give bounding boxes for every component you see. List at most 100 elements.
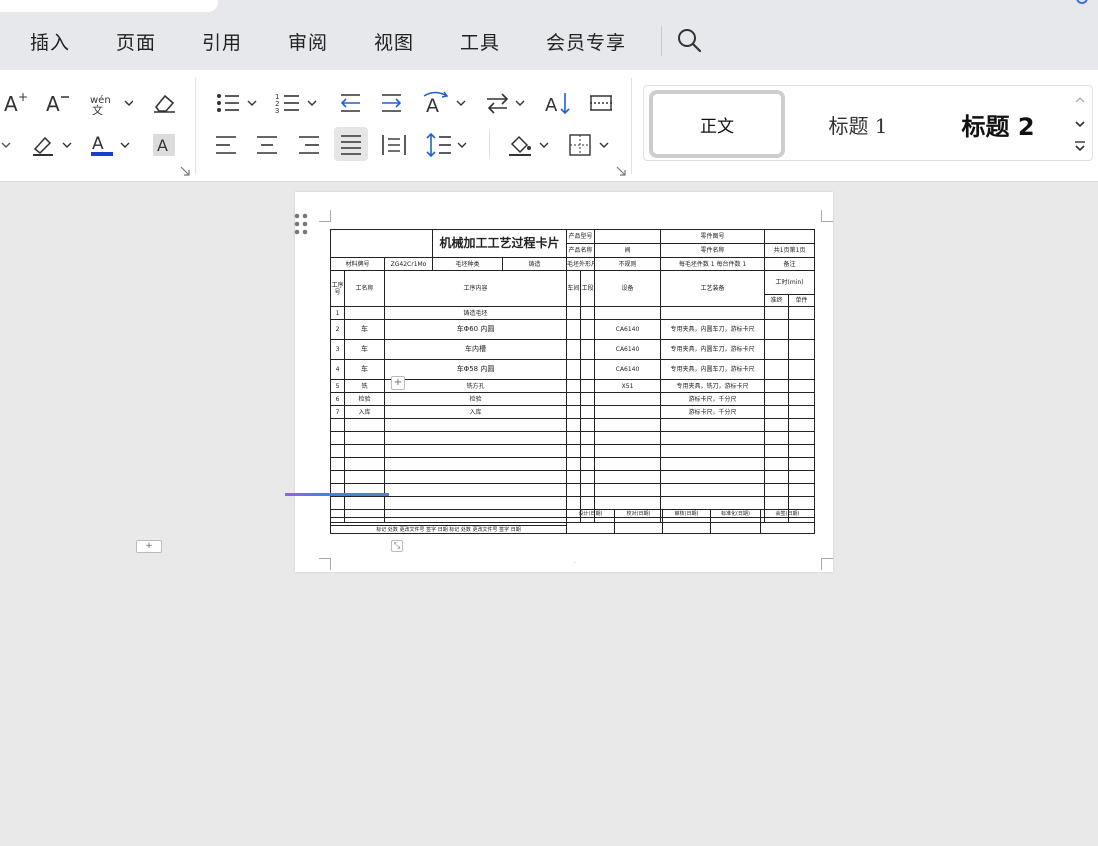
blank-size-label: 毛坯外形尺寸: [566, 257, 596, 271]
part-drawing-value: [764, 229, 816, 244]
sign-blank: [760, 517, 815, 534]
drag-handle-icon[interactable]: [292, 211, 310, 237]
font-grow-icon[interactable]: A +: [2, 87, 30, 119]
justify-icon[interactable]: [334, 127, 368, 161]
text-orientation-icon[interactable]: [484, 87, 528, 119]
menu-review[interactable]: 审阅: [288, 28, 328, 55]
align-left-icon[interactable]: [212, 129, 240, 161]
page-corner-mark: [821, 558, 833, 570]
font-shrink-icon[interactable]: A: [44, 87, 72, 119]
font-dialog-launcher-icon[interactable]: [180, 166, 190, 176]
op-section-cell: [580, 359, 596, 380]
gallery-scroll-icon[interactable]: [1072, 90, 1088, 158]
table-row: 7 入库 入库 游标卡尺，千分尺: [330, 405, 816, 419]
header-section: 工段: [580, 270, 596, 307]
op-section-cell: [580, 392, 596, 406]
op-tooling-cell: 专用夹具，内圆车刀，游标卡尺: [660, 359, 766, 380]
bullet-list-icon[interactable]: [214, 87, 260, 119]
document-tab[interactable]: [0, 0, 218, 12]
style-heading-2[interactable]: 标题 2: [930, 90, 1066, 158]
blank-size-value: 不规则: [594, 257, 662, 271]
text-direction-icon[interactable]: A: [420, 87, 468, 119]
font-color-icon[interactable]: A: [88, 129, 132, 161]
highlight-icon[interactable]: [30, 129, 74, 161]
part-name-label: 零件名称: [660, 243, 766, 258]
menu-separator: [661, 26, 662, 56]
align-right-icon[interactable]: [295, 129, 323, 161]
op-workshop-cell: [566, 496, 582, 510]
line-spacing-icon[interactable]: [424, 129, 470, 161]
paragraph-dialog-launcher-icon[interactable]: [616, 166, 626, 176]
op-unit-cell: [788, 339, 816, 360]
op-unit-cell: [788, 470, 816, 484]
chevron-down-icon[interactable]: [0, 129, 12, 161]
op-tooling-cell: 专用夹具，内圆车刀，游标卡尺: [660, 339, 766, 360]
op-workshop-cell: [566, 457, 582, 471]
add-row-button[interactable]: +: [391, 376, 405, 390]
style-normal[interactable]: 正文: [649, 90, 785, 158]
table-row: 6 检验 检验 游标卡尺，千分尺: [330, 392, 816, 406]
op-tooling-cell: 游标卡尺，千分尺: [660, 392, 766, 406]
svg-text:A: A: [92, 134, 104, 154]
style-heading-1[interactable]: 标题 1: [790, 90, 926, 158]
op-name-cell: 车: [344, 319, 385, 340]
op-no-cell: [330, 496, 345, 510]
op-unit-cell: [788, 379, 816, 393]
account-icon[interactable]: [1076, 0, 1088, 4]
op-workshop-cell: [566, 470, 582, 484]
op-prep-cell: [764, 431, 790, 445]
op-name-cell: 铣: [344, 379, 385, 393]
op-section-cell: [580, 339, 596, 360]
op-equipment-cell: [594, 470, 662, 484]
character-shading-icon[interactable]: A: [150, 129, 178, 161]
resize-table-icon[interactable]: ⤡: [391, 540, 403, 552]
show-hide-marks-icon[interactable]: [586, 87, 616, 119]
op-section-cell: [580, 319, 596, 340]
op-name-cell: [344, 496, 385, 510]
op-section-cell: [580, 444, 596, 458]
op-no-cell: 4: [330, 359, 345, 380]
op-tooling-cell: [660, 306, 766, 320]
signature-block: 设计(日期) 校对(日期) 审核(日期) 标准化(日期) 会签(日期) 标记 处…: [330, 509, 815, 541]
op-prep-cell: [764, 496, 790, 510]
op-equipment-cell: X51: [594, 379, 662, 393]
align-center-icon[interactable]: [253, 129, 281, 161]
op-content-cell: [383, 483, 568, 497]
borders-icon[interactable]: [566, 129, 612, 161]
op-tooling-cell: 专用夹具，铣刀，游标卡尺: [660, 379, 766, 393]
clear-format-icon[interactable]: [148, 87, 180, 119]
op-section-cell: [580, 379, 596, 393]
increase-indent-icon[interactable]: [378, 87, 406, 119]
numbered-list-icon[interactable]: 123: [274, 87, 320, 119]
distributed-align-icon[interactable]: [380, 129, 408, 161]
table-row: [330, 470, 816, 484]
op-workshop-cell: [566, 418, 582, 432]
menu-references[interactable]: 引用: [202, 28, 242, 55]
menu-view[interactable]: 视图: [374, 28, 414, 55]
op-prep-cell: [764, 306, 790, 320]
group-separator: [631, 78, 632, 174]
table-row: [330, 431, 816, 445]
menu-member[interactable]: 会员专享: [546, 28, 626, 55]
sign-review: 审核(日期): [662, 509, 711, 518]
blank-type-label: 毛坯种类: [432, 257, 504, 271]
header-prep: 准终: [764, 294, 790, 307]
menu-page[interactable]: 页面: [116, 28, 156, 55]
decrease-indent-icon[interactable]: [336, 87, 364, 119]
menu-tools[interactable]: 工具: [460, 28, 500, 55]
per-blank-cell: 每毛坯件数 1 每台件数 1: [660, 257, 766, 271]
op-prep-cell: [764, 319, 790, 340]
add-column-button[interactable]: +: [136, 540, 162, 553]
table-row: 2 车车Φ60 内圆 CA6140 专用夹具，内圆车刀，游标卡尺: [330, 319, 816, 340]
sort-icon[interactable]: A: [544, 87, 574, 119]
op-content-cell: 铸造毛坯: [383, 306, 568, 320]
menu-insert[interactable]: 插入: [30, 28, 70, 55]
sign-check: 校对(日期): [614, 509, 663, 518]
search-icon[interactable]: [676, 27, 702, 53]
shading-fill-icon[interactable]: [506, 129, 552, 161]
op-prep-cell: [764, 379, 790, 393]
style-heading-1-label: 标题 1: [828, 113, 888, 138]
page-corner-mark: [319, 210, 331, 222]
phonetic-guide-icon[interactable]: wén 文: [88, 87, 134, 119]
sign-blank: [710, 517, 761, 534]
